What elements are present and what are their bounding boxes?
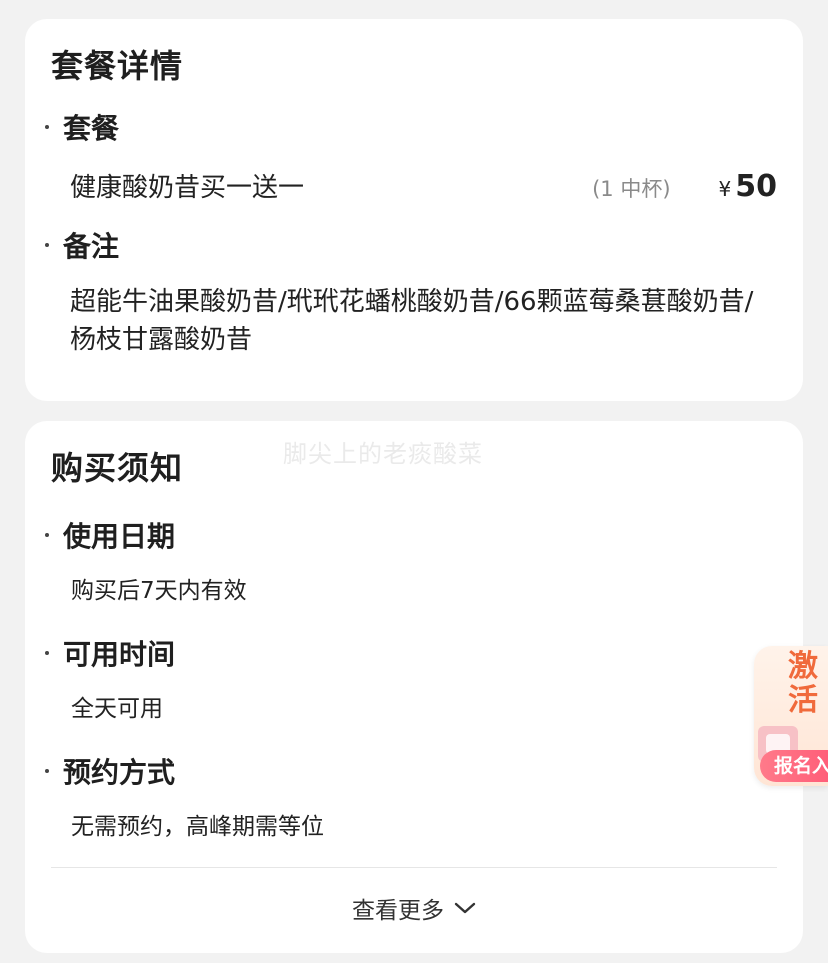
booking-method-label: 预约方式: [63, 756, 176, 789]
package-section-header: 套餐: [45, 107, 119, 147]
activate-text: 激活: [788, 649, 818, 718]
signup-button[interactable]: 报名入: [760, 750, 828, 782]
usage-date-label: 使用日期: [63, 520, 176, 553]
package-name: 健康酸奶昔买一送一: [70, 173, 305, 203]
divider: [51, 867, 777, 868]
price-amount: 50: [735, 169, 777, 204]
watermark: 脚尖上的老痰酸菜: [283, 440, 483, 468]
usage-date-header: 使用日期: [45, 515, 175, 555]
remark-text: 超能牛油果酸奶昔/玳玳花蟠桃酸奶昔/66颗蓝莓桑葚酸奶昔/杨枝甘露酸奶昔: [70, 287, 754, 355]
chevron-down-icon: [454, 895, 476, 921]
bullet-icon: [45, 243, 49, 247]
bullet-icon: [45, 769, 49, 773]
package-details-card: 套餐详情 套餐 健康酸奶昔买一送一 (1 中杯) ¥ 50 备注 超能牛油果酸奶…: [25, 19, 803, 401]
purchase-notice-title: 购买须知: [51, 449, 184, 487]
package-size: (1 中杯): [592, 177, 671, 201]
package-section-label: 套餐: [63, 112, 120, 145]
booking-method-value: 无需预约，高峰期需等位: [71, 814, 324, 840]
currency-symbol: ¥: [718, 177, 732, 201]
view-more-label: 查看更多: [352, 898, 444, 924]
bullet-icon: [45, 125, 49, 129]
available-time-header: 可用时间: [45, 633, 175, 673]
package-details-title: 套餐详情: [51, 47, 184, 85]
view-more-button[interactable]: 查看更多: [25, 891, 803, 925]
bullet-icon: [45, 533, 49, 537]
available-time-label: 可用时间: [63, 638, 176, 671]
booking-method-header: 预约方式: [45, 751, 175, 791]
remark-section-header: 备注: [45, 225, 119, 265]
bullet-icon: [45, 651, 49, 655]
purchase-notice-card: 购买须知 使用日期 购买后7天内有效 可用时间 全天可用 预约方式 无需预约，高…: [25, 421, 803, 953]
remark-section-label: 备注: [63, 230, 120, 263]
usage-date-value: 购买后7天内有效: [71, 578, 247, 604]
available-time-value: 全天可用: [71, 696, 163, 722]
package-row: 健康酸奶昔买一送一 (1 中杯) ¥ 50: [70, 167, 777, 204]
activate-floating-badge[interactable]: 激活 报名入: [754, 646, 828, 786]
package-price: ¥ 50: [719, 169, 777, 204]
